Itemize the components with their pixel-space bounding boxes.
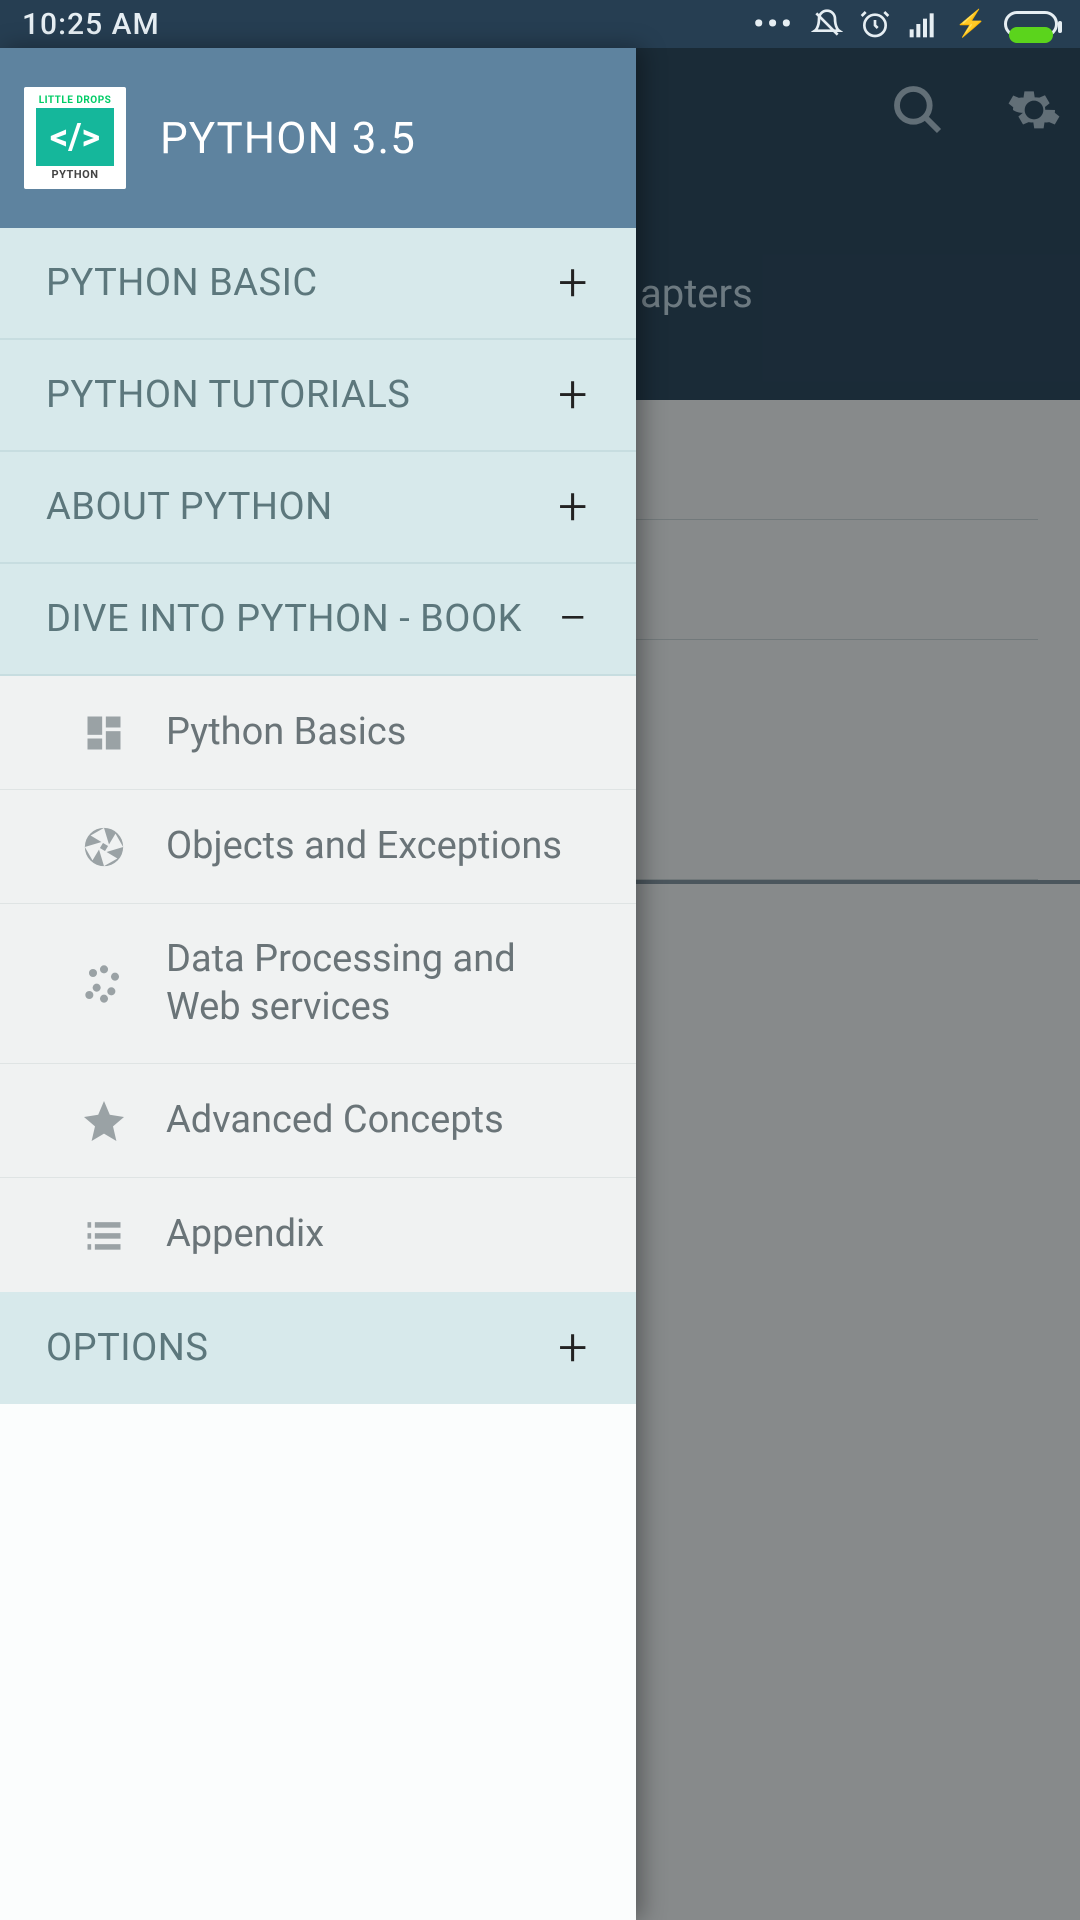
code-icon: </> <box>36 108 114 166</box>
plus-icon: + <box>558 257 588 309</box>
subitem-objects-exceptions[interactable]: Objects and Exceptions <box>0 790 636 904</box>
section-about-python[interactable]: ABOUT PYTHON + <box>0 452 636 564</box>
status-bar: 10:25 AM ••• ⚡ <box>0 0 1080 48</box>
plus-icon: + <box>558 1322 588 1374</box>
status-time: 10:25 AM <box>22 7 160 42</box>
section-options[interactable]: OPTIONS + <box>0 1292 636 1404</box>
section-label: PYTHON BASIC <box>46 261 318 305</box>
section-dive-into-python[interactable]: DIVE INTO PYTHON - BOOK − <box>0 564 636 676</box>
section-label: ABOUT PYTHON <box>46 485 333 529</box>
drawer-header: LITTLE DROPS </> PYTHON PYTHON 3.5 <box>0 48 636 228</box>
aperture-icon <box>80 824 128 870</box>
mute-icon <box>811 8 843 40</box>
section-label: DIVE INTO PYTHON - BOOK <box>46 597 522 641</box>
list-icon <box>80 1213 128 1257</box>
more-icon: ••• <box>753 7 794 42</box>
status-icons: ••• ⚡ <box>753 7 1058 42</box>
subitem-appendix[interactable]: Appendix <box>0 1178 636 1292</box>
section-python-basic[interactable]: PYTHON BASIC + <box>0 228 636 340</box>
subitem-label: Advanced Concepts <box>166 1097 504 1145</box>
section-label: PYTHON TUTORIALS <box>46 373 410 417</box>
signal-icon <box>907 8 939 40</box>
dashboard-icon <box>80 711 128 755</box>
nav-drawer: LITTLE DROPS </> PYTHON PYTHON 3.5 PYTHO… <box>0 48 636 1920</box>
drawer-title: PYTHON 3.5 <box>160 112 416 164</box>
subitem-python-basics[interactable]: Python Basics <box>0 676 636 790</box>
app-logo: LITTLE DROPS </> PYTHON <box>24 87 126 189</box>
minus-icon: − <box>558 593 588 645</box>
plus-icon: + <box>558 369 588 421</box>
subitem-label: Appendix <box>166 1211 324 1259</box>
drawer-footer-space <box>0 1404 636 1920</box>
logo-bottom-text: PYTHON <box>52 168 99 181</box>
plus-icon: + <box>558 481 588 533</box>
section-python-tutorials[interactable]: PYTHON TUTORIALS + <box>0 340 636 452</box>
logo-top-text: LITTLE DROPS <box>39 95 112 106</box>
battery-icon <box>1004 11 1058 37</box>
subitem-label: Python Basics <box>166 709 406 757</box>
charging-icon: ⚡ <box>955 9 988 39</box>
subitem-label: Objects and Exceptions <box>166 823 562 871</box>
subitem-label: Data Processing and Web services <box>166 936 586 1031</box>
subitem-data-processing[interactable]: Data Processing and Web services <box>0 904 636 1064</box>
grain-icon <box>80 962 128 1006</box>
section-label: OPTIONS <box>46 1326 208 1370</box>
subitem-advanced-concepts[interactable]: Advanced Concepts <box>0 1064 636 1178</box>
alarm-icon <box>859 8 891 40</box>
star-icon <box>80 1097 128 1145</box>
